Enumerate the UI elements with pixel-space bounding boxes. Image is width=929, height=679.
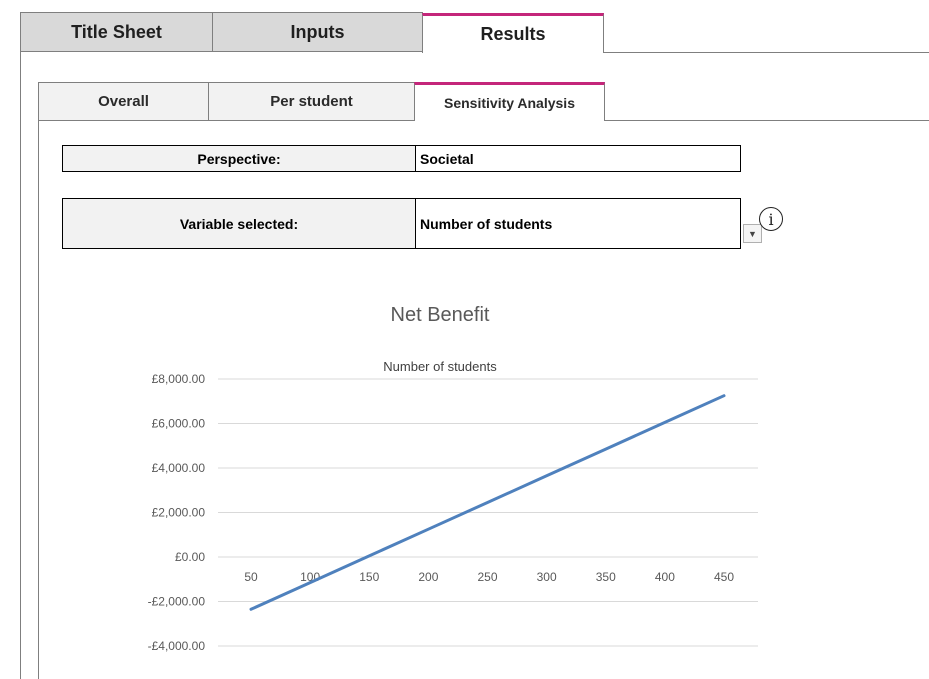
x-tick-label: 50 [244,570,258,584]
x-tick-label: 350 [596,570,616,584]
net-benefit-chart: £8,000.00 £6,000.00 £4,000.00 £2,000.00 £0.0… [148,372,758,653]
x-tick-label: 450 [714,570,734,584]
x-tick-label: 250 [477,570,497,584]
x-tick-label: 150 [359,570,379,584]
y-tick-label: £0.00 [175,550,205,564]
y-tick-label: £8,000.00 [152,372,206,386]
y-tick-label: -£2,000.00 [148,595,206,609]
y-tick-label: £2,000.00 [152,506,206,520]
x-tick-label: 400 [655,570,675,584]
y-tick-label: -£4,000.00 [148,639,206,653]
workbook-view: Title Sheet Inputs Results Overall Per s… [0,0,929,679]
y-tick-label: £4,000.00 [152,461,206,475]
x-tick-label: 300 [537,570,557,584]
x-tick-label: 200 [418,570,438,584]
y-tick-label: £6,000.00 [152,417,206,431]
